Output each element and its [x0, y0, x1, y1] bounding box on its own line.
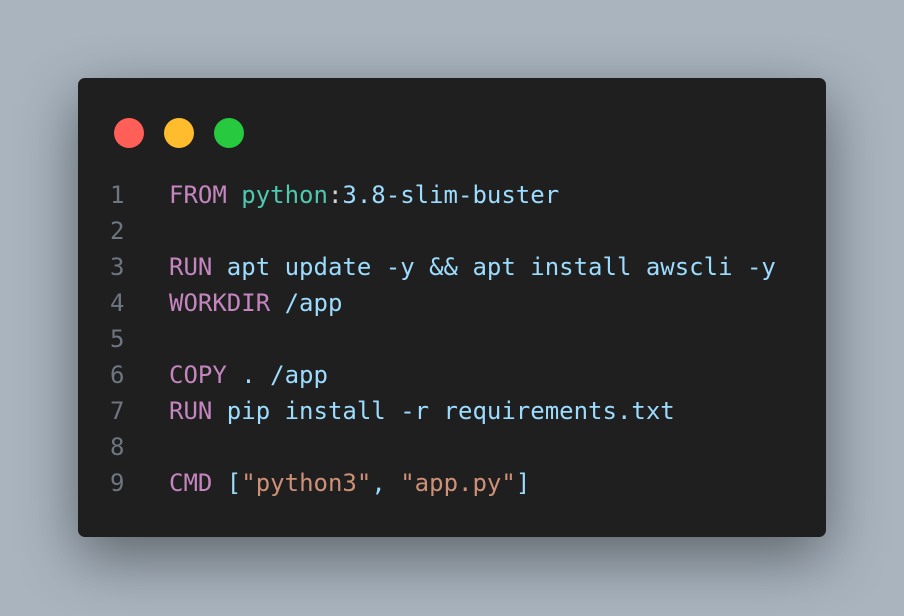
line-text: FROM python:3.8-slim-buster — [169, 177, 559, 213]
line-number: 6 — [110, 361, 125, 389]
code-token: CMD — [169, 469, 213, 497]
line-text: RUN pip install -r requirements.txt — [169, 393, 675, 429]
maximize-dot-icon[interactable] — [214, 118, 244, 148]
line-number: 7 — [110, 397, 125, 425]
code-token: "app.py" — [400, 469, 516, 497]
code-token: RUN — [169, 253, 213, 281]
line-text: RUN apt update -y && apt install awscli … — [169, 249, 776, 285]
code-token: 3.8-slim-buster — [342, 181, 560, 209]
line-number: 3 — [110, 253, 125, 281]
line-number: 5 — [110, 325, 125, 353]
line-text: CMD ["python3", "app.py"] — [169, 465, 530, 501]
code-token: [ — [212, 469, 242, 497]
code-token: apt update -y && apt install awscli -y — [212, 253, 776, 281]
line-text: COPY . /app — [169, 357, 328, 393]
line-number: 9 — [110, 469, 125, 497]
line-number: 8 — [110, 433, 125, 461]
code-token: python — [241, 181, 328, 209]
line-number: 4 — [110, 289, 125, 317]
code-token: : — [327, 181, 343, 209]
line-text: WORKDIR /app — [169, 285, 342, 321]
minimize-dot-icon[interactable] — [164, 118, 194, 148]
code-token: /app — [270, 289, 343, 317]
line-number: 2 — [110, 217, 125, 245]
line-number: 1 — [110, 181, 125, 209]
code-token: "python3" — [241, 469, 372, 497]
code-token: . /app — [226, 361, 328, 389]
code-token: FROM — [169, 181, 227, 209]
code-token: , — [371, 469, 401, 497]
close-dot-icon[interactable] — [114, 118, 144, 148]
code-token: ] — [515, 469, 531, 497]
code-token: RUN — [169, 397, 213, 425]
code-token: WORKDIR — [169, 289, 271, 317]
code-token: pip install -r requirements.txt — [212, 397, 675, 425]
code-window: 1 FROM python:3.8-slim-buster 2 3 RUN apt up… — [78, 78, 826, 537]
code-token: COPY — [169, 361, 227, 389]
